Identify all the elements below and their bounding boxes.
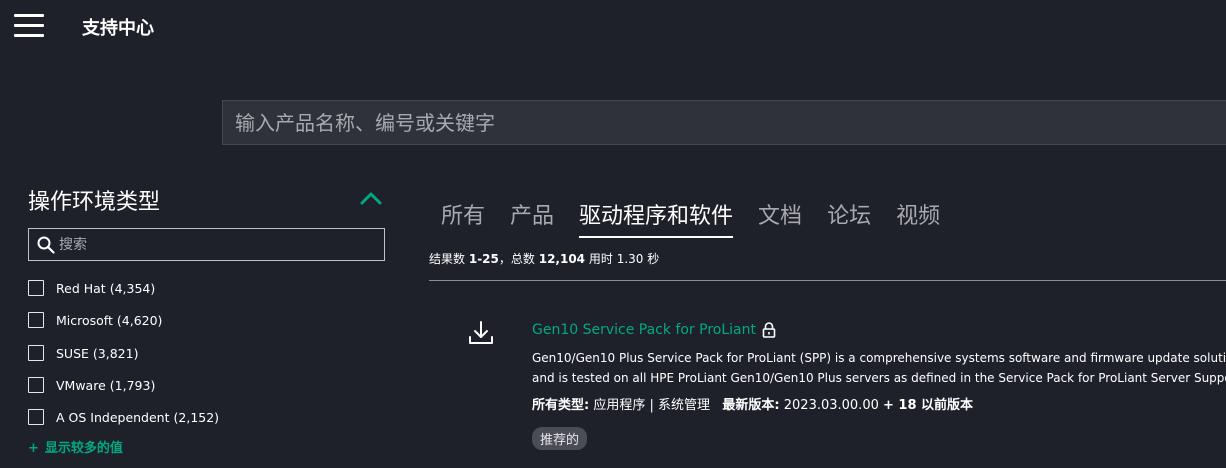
lock-icon [762, 322, 776, 338]
result-description-line: and is tested on all HPE ProLiant Gen10/… [532, 371, 1226, 385]
checkbox[interactable] [28, 409, 44, 425]
results-time-prefix: 用时 [588, 252, 613, 266]
result-description: Gen10/Gen10 Plus Service Pack for ProLia… [532, 348, 1226, 388]
show-more-values-link[interactable]: + 显示较多的值 [28, 437, 123, 456]
category-tabs: 所有 产品 驱动程序和软件 文档 论坛 视频 [441, 198, 965, 238]
facet-option-label: SUSE [56, 345, 89, 361]
hamburger-menu-icon[interactable] [14, 14, 44, 38]
facet-option-red-hat[interactable]: Red Hat (4,354) [28, 278, 155, 298]
tab-products[interactable]: 产品 [510, 198, 554, 238]
results-summary: 结果数 1-25，总数 12,104 用时 1.30 秒 [429, 250, 659, 267]
recommended-badge: 推荐的 [532, 427, 588, 450]
checkbox[interactable] [28, 345, 44, 361]
facet-option-count: (3,821) [92, 345, 139, 361]
product-search-input[interactable] [223, 101, 1226, 144]
tab-all[interactable]: 所有 [441, 198, 485, 238]
product-search-bar[interactable] [222, 100, 1226, 145]
result-description-line: Gen10/Gen10 Plus Service Pack for ProLia… [532, 351, 1226, 365]
facet-option-count: (1,793) [109, 377, 156, 393]
results-time-unit: 秒 [647, 252, 660, 266]
type-value: 应用程序 | 系统管理 [593, 398, 710, 413]
version-value: 2023.03.00.00 [783, 398, 879, 413]
older-versions-link[interactable]: + 18 以前版本 [883, 398, 973, 413]
checkbox[interactable] [28, 280, 44, 296]
facet-title: 操作环境类型 [28, 190, 161, 215]
facet-option-suse[interactable]: SUSE (3,821) [28, 343, 138, 363]
results-prefix: 结果数 [429, 252, 466, 266]
result-meta: 所有类型: 应用程序 | 系统管理 最新版本: 2023.03.00.00 + … [532, 394, 973, 413]
result-title: Gen10 Service Pack for ProLiant [532, 322, 756, 338]
facet-option-label: VMware [56, 377, 106, 393]
tab-videos[interactable]: 视频 [896, 198, 940, 238]
download-icon[interactable] [468, 320, 494, 346]
facet-option-label: Red Hat [56, 280, 106, 296]
facet-filter-input[interactable] [59, 229, 379, 260]
facet-option-microsoft[interactable]: Microsoft (4,620) [28, 310, 162, 330]
show-more-label: 显示较多的值 [44, 441, 123, 456]
app-title: 支持中心 [82, 18, 154, 39]
checkbox[interactable] [28, 377, 44, 393]
checkbox[interactable] [28, 312, 44, 328]
facet-option-label: Microsoft [56, 312, 113, 328]
facet-option-label: A OS Independent [56, 409, 170, 425]
facet-option-count: (4,620) [116, 312, 163, 328]
tab-drivers-software[interactable]: 驱动程序和软件 [579, 198, 734, 238]
chevron-up-icon[interactable] [359, 189, 383, 207]
type-label: 所有类型: [532, 398, 590, 413]
results-range: 1-25 [468, 252, 499, 266]
facet-option-count: (4,354) [109, 280, 156, 296]
results-separator: ，总数 [498, 252, 535, 266]
search-icon [37, 236, 55, 254]
result-title-link[interactable]: Gen10 Service Pack for ProLiant [532, 322, 776, 338]
plus-icon: + [28, 441, 39, 456]
tab-documents[interactable]: 文档 [758, 198, 802, 238]
results-time: 1.30 [616, 252, 644, 266]
results-total: 12,104 [538, 252, 586, 266]
version-label: 最新版本: [722, 398, 780, 413]
divider [429, 280, 1226, 281]
facet-filter-field[interactable] [28, 228, 385, 261]
facet-option-os-independent[interactable]: A OS Independent (2,152) [28, 407, 219, 427]
tab-forums[interactable]: 论坛 [827, 198, 871, 238]
facet-option-count: (2,152) [173, 409, 220, 425]
facet-option-vmware[interactable]: VMware (1,793) [28, 375, 155, 395]
